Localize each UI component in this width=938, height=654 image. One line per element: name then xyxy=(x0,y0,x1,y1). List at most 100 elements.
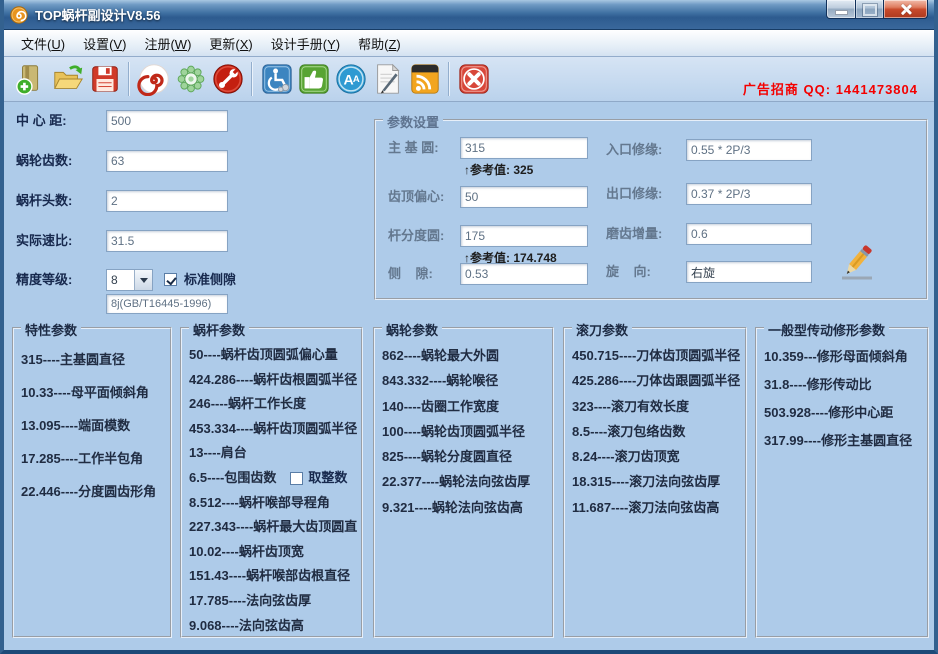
exit-button[interactable] xyxy=(455,60,492,98)
actual-ratio-input[interactable] xyxy=(106,230,228,252)
caption-buttons xyxy=(826,0,928,19)
tip-eccentric-input[interactable] xyxy=(460,186,588,208)
param-line-with-checkbox: 6.5----包围齿数 取整数 xyxy=(189,466,358,491)
entry-relief-label: 入口修缘: xyxy=(606,139,662,161)
param-line: 424.286----蜗杆齿根圆弧半径 xyxy=(189,368,358,393)
app-window: TOP蜗杆副设计V8.56 文件(U) 设置(V) 注册(W) 更新(X) 设计… xyxy=(0,0,938,654)
menu-file[interactable]: 文件(U) xyxy=(12,30,74,57)
worm-pitch-circle-input[interactable] xyxy=(460,225,588,247)
toolbar-separator xyxy=(448,62,450,96)
news-feed-button[interactable] xyxy=(406,60,443,98)
param-line: 140----齿圈工作宽度 xyxy=(382,394,549,419)
modification-params-groupbox: 一般型传动修形参数 10.359---修形母面倾斜角 31.8----修形传动比… xyxy=(755,327,929,638)
font-settings-button[interactable]: A A xyxy=(332,60,369,98)
close-icon xyxy=(899,3,912,16)
gear-flower-icon xyxy=(174,62,208,96)
exit-relief-label: 出口修缘: xyxy=(606,183,662,205)
worm-starts-input[interactable] xyxy=(106,190,228,212)
save-button[interactable] xyxy=(86,60,123,98)
rss-icon xyxy=(408,62,442,96)
font-icon: A A xyxy=(334,62,368,96)
param-line: 31.8----修形传动比 xyxy=(764,371,924,399)
close-button[interactable] xyxy=(883,0,928,19)
standard-code-input[interactable] xyxy=(106,294,228,314)
precision-grade-dropdown[interactable]: 8 xyxy=(106,269,153,291)
group-title: 蜗杆参数 xyxy=(189,320,249,339)
param-line: 8.512----蜗杆喉部导程角 xyxy=(189,491,358,516)
center-distance-input[interactable] xyxy=(106,110,228,132)
param-line: 450.715----刀体齿顶圆弧半径 xyxy=(572,343,742,368)
worm-pitch-circle-label: 杆分度圆: xyxy=(388,225,444,247)
precision-grade-value: 8 xyxy=(107,270,134,290)
app-logo-icon xyxy=(10,6,28,24)
main-base-circle-label: 主 基 圆: xyxy=(388,137,439,159)
param-line: 843.332----蜗轮喉径 xyxy=(382,368,549,393)
ad-text: 广告招商 QQ: 1441473804 xyxy=(743,79,918,98)
gear-settings-button[interactable] xyxy=(172,60,209,98)
param-line: 50----蜗杆齿顶圆弧偏心量 xyxy=(189,343,358,368)
param-line: 13----肩台 xyxy=(189,441,358,466)
param-line: 17.785----法向弦齿厚 xyxy=(189,589,358,614)
param-line: 10.02----蜗杆齿顶宽 xyxy=(189,540,358,565)
param-line: 10.359---修形母面倾斜角 xyxy=(764,343,924,371)
exit-relief-input[interactable] xyxy=(686,183,812,205)
param-line: 6.5----包围齿数 xyxy=(189,466,276,491)
param-line: 17.285----工作半包角 xyxy=(21,442,167,475)
open-file-icon xyxy=(51,62,85,96)
design-doc-icon xyxy=(371,62,405,96)
hand-direction-input[interactable] xyxy=(686,261,812,283)
param-line: 246----蜗杆工作长度 xyxy=(189,392,358,417)
center-distance-label: 中 心 距: xyxy=(16,110,67,132)
round-to-integer-checkbox[interactable] xyxy=(290,472,303,485)
repair-tools-button[interactable] xyxy=(209,60,246,98)
entry-relief-input[interactable] xyxy=(686,139,812,161)
menu-update[interactable]: 更新(X) xyxy=(200,30,261,57)
hand-direction-label: 旋 向: xyxy=(606,261,651,283)
param-line: 862----蜗轮最大外圆 xyxy=(382,343,549,368)
param-line: 13.095----端面模数 xyxy=(21,409,167,442)
worm-spiral-icon xyxy=(137,62,171,96)
menu-design-manual[interactable]: 设计手册(Y) xyxy=(262,30,349,57)
open-file-button[interactable] xyxy=(49,60,86,98)
group-title: 滚刀参数 xyxy=(572,320,632,339)
edit-button[interactable] xyxy=(836,240,878,282)
svg-text:A: A xyxy=(352,74,359,85)
toolbar: A A xyxy=(4,57,934,102)
param-line: 323----滚刀有效长度 xyxy=(572,394,742,419)
worm-design-button[interactable] xyxy=(135,60,172,98)
wheel-params-groupbox: 蜗轮参数 862----蜗轮最大外圆 843.332----蜗轮喉径 140--… xyxy=(373,327,554,638)
param-line: 22.377----蜗轮法向弦齿厚 xyxy=(382,469,549,494)
recommend-button[interactable] xyxy=(295,60,332,98)
param-line: 825----蜗轮分度圆直径 xyxy=(382,444,549,469)
standard-backlash-checkbox[interactable] xyxy=(164,273,177,286)
group-title: 特性参数 xyxy=(21,320,81,339)
param-line: 9.068----法向弦齿高 xyxy=(189,614,358,639)
design-draft-button[interactable] xyxy=(369,60,406,98)
param-line: 453.334----蜗杆齿顶圆弧半径 xyxy=(189,417,358,442)
minimize-button[interactable] xyxy=(826,0,856,19)
new-file-button[interactable] xyxy=(12,60,49,98)
accessibility-button[interactable] xyxy=(258,60,295,98)
main-base-circle-input[interactable] xyxy=(460,137,588,159)
menu-register[interactable]: 注册(W) xyxy=(135,30,200,57)
param-line: 8.24----滚刀齿顶宽 xyxy=(572,444,742,469)
toolbar-separator xyxy=(251,62,253,96)
param-line: 151.43----蜗杆喉部齿根直径 xyxy=(189,564,358,589)
hob-params-groupbox: 滚刀参数 450.715----刀体齿顶圆弧半径 425.286----刀体齿跟… xyxy=(563,327,747,638)
param-line: 100----蜗轮齿顶圆弧半径 xyxy=(382,419,549,444)
group-title: 一般型传动修形参数 xyxy=(764,320,889,339)
reference-value: ↑参考值: 325 xyxy=(464,161,533,178)
chevron-down-icon xyxy=(140,278,148,283)
param-line: 503.928----修形中心距 xyxy=(764,399,924,427)
menu-settings[interactable]: 设置(V) xyxy=(74,30,135,57)
new-file-icon xyxy=(14,62,48,96)
backlash-input[interactable] xyxy=(460,263,588,285)
maximize-button[interactable] xyxy=(855,0,884,19)
grinding-allowance-input[interactable] xyxy=(686,223,812,245)
actual-ratio-label: 实际速比: xyxy=(16,230,72,252)
wheel-teeth-input[interactable] xyxy=(106,150,228,172)
param-line: 18.315----滚刀法向弦齿厚 xyxy=(572,469,742,494)
dropdown-button[interactable] xyxy=(134,270,152,290)
menu-help[interactable]: 帮助(Z) xyxy=(349,30,410,57)
round-to-integer-label: 取整数 xyxy=(308,466,347,491)
